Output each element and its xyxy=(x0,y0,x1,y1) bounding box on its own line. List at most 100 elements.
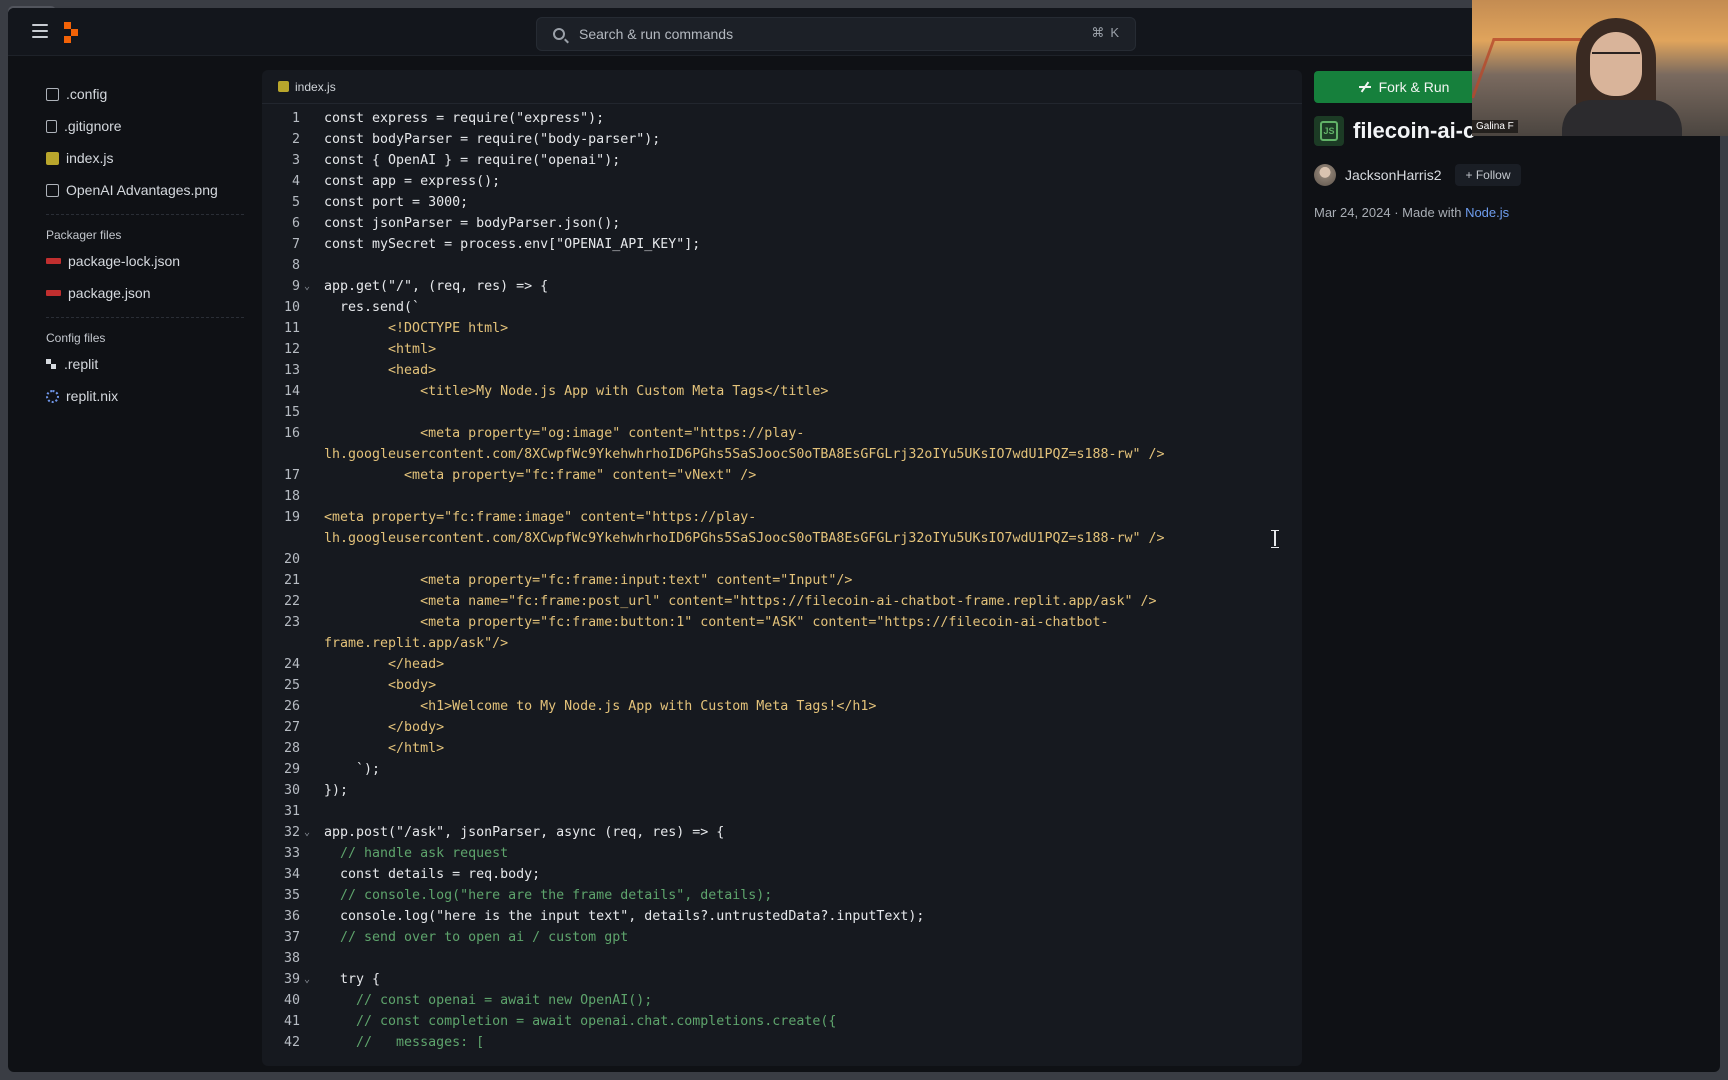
line-number: 25 xyxy=(283,678,300,693)
follow-button[interactable]: + Follow xyxy=(1455,164,1521,186)
fold-gutter xyxy=(300,927,314,948)
replit-logo-icon[interactable] xyxy=(64,22,84,43)
code-text: <html> xyxy=(324,342,437,357)
fold-gutter xyxy=(300,990,314,1011)
code-line[interactable]: frame.replit.app/ask"/> xyxy=(262,633,1302,654)
code-area[interactable]: 1 const express = require("express"); 2 con… xyxy=(262,108,1302,1066)
code-line[interactable]: 11 <!DOCTYPE html> xyxy=(262,318,1302,339)
fold-chevron-icon[interactable]: ⌄ xyxy=(300,822,314,843)
code-line[interactable]: 9 ⌄ app.get("/", (req, res) => { xyxy=(262,276,1302,297)
code-text: <meta name="fc:frame:post_url" content="… xyxy=(324,594,1157,609)
code-line[interactable]: 37 // send over to open ai / custom gpt xyxy=(262,927,1302,948)
search-input[interactable]: Search & run commands ⌘K xyxy=(536,17,1136,51)
fold-chevron-icon[interactable]: ⌄ xyxy=(300,276,314,297)
fold-gutter xyxy=(300,171,314,192)
code-line[interactable]: 31 xyxy=(262,801,1302,822)
fold-gutter xyxy=(300,801,314,822)
code-line[interactable]: 16 <meta property="og:image" content="ht… xyxy=(262,423,1302,444)
file-item-replit-nix[interactable]: replit.nix xyxy=(20,380,256,412)
code-line[interactable]: 25 <body> xyxy=(262,675,1302,696)
file-item-gitignore[interactable]: .gitignore xyxy=(20,110,256,142)
code-text: </head> xyxy=(324,657,445,672)
code-line[interactable]: 22 <meta name="fc:frame:post_url" conten… xyxy=(262,591,1302,612)
code-text: }); xyxy=(324,783,349,798)
file-item-package-json[interactable]: package.json xyxy=(20,277,256,309)
code-line[interactable]: 1 const express = require("express"); xyxy=(262,108,1302,129)
code-line[interactable]: 15 xyxy=(262,402,1302,423)
code-line[interactable]: 29 `); xyxy=(262,759,1302,780)
code-line[interactable]: 26 <h1>Welcome to My Node.js App with Cu… xyxy=(262,696,1302,717)
code-line[interactable]: 39 ⌄ try { xyxy=(262,969,1302,990)
code-line[interactable]: 20 xyxy=(262,549,1302,570)
code-editor[interactable]: index.js 1 const express = require("expre… xyxy=(262,70,1302,1066)
editor-tab-bar: index.js xyxy=(262,70,1302,104)
code-line[interactable]: 40 // const openai = await new OpenAI(); xyxy=(262,990,1302,1011)
fold-chevron-icon[interactable]: ⌄ xyxy=(300,969,314,990)
code-line[interactable]: 2 const bodyParser = require("body-parser… xyxy=(262,129,1302,150)
code-line[interactable]: 4 const app = express(); xyxy=(262,171,1302,192)
code-line[interactable]: 38 xyxy=(262,948,1302,969)
code-line[interactable]: 41 // const completion = await openai.ch… xyxy=(262,1011,1302,1032)
code-line[interactable]: 3 const { OpenAI } = require("openai"); xyxy=(262,150,1302,171)
code-line[interactable]: 23 <meta property="fc:frame:button:1" co… xyxy=(262,612,1302,633)
code-line[interactable]: 14 <title>My Node.js App with Custom Met… xyxy=(262,381,1302,402)
code-text: // handle ask request xyxy=(324,846,509,861)
code-text: <body> xyxy=(324,678,437,693)
code-text: const express = require("express"); xyxy=(324,111,605,126)
code-line[interactable]: 42 // messages: [ xyxy=(262,1032,1302,1053)
code-text: const bodyParser = require("body-parser"… xyxy=(324,132,661,147)
author-link[interactable]: JacksonHarris2 xyxy=(1345,167,1441,183)
code-line[interactable]: 5 const port = 3000; xyxy=(262,192,1302,213)
code-text: const { OpenAI } = require("openai"); xyxy=(324,153,621,168)
plus-icon: + xyxy=(1465,168,1476,182)
file-label: .replit xyxy=(64,356,99,372)
file-item-index-js[interactable]: index.js xyxy=(20,142,256,174)
code-text: const port = 3000; xyxy=(324,195,469,210)
code-text: </body> xyxy=(324,720,445,735)
line-number: 1 xyxy=(291,111,300,126)
code-line[interactable]: 17 <meta property="fc:frame" content="vN… xyxy=(262,465,1302,486)
line-number: 6 xyxy=(291,216,300,231)
code-line[interactable]: lh.googleusercontent.com/8XCwpfWc9Ykehwh… xyxy=(262,528,1302,549)
tab-index-js[interactable]: index.js xyxy=(272,74,342,100)
fold-gutter xyxy=(300,297,314,318)
file-label: OpenAI Advantages.png xyxy=(66,182,218,198)
code-line[interactable]: 36 console.log("here is the input text",… xyxy=(262,906,1302,927)
folder-icon xyxy=(46,87,59,101)
code-line[interactable]: 27 </body> xyxy=(262,717,1302,738)
file-icon xyxy=(46,119,57,133)
code-line[interactable]: 35 // console.log("here are the frame de… xyxy=(262,885,1302,906)
file-item-package-lock[interactable]: package-lock.json xyxy=(20,245,256,277)
code-line[interactable]: 18 xyxy=(262,486,1302,507)
code-line[interactable]: 33 // handle ask request xyxy=(262,843,1302,864)
nodejs-link[interactable]: Node.js xyxy=(1465,205,1509,220)
menu-icon[interactable] xyxy=(32,24,48,38)
fork-and-run-button[interactable]: Fork & Run xyxy=(1314,71,1494,103)
code-line[interactable]: 21 <meta property="fc:frame:input:text" … xyxy=(262,570,1302,591)
code-line[interactable]: 12 <html> xyxy=(262,339,1302,360)
presenter-name-tag: Galina F xyxy=(1472,120,1518,133)
code-line[interactable]: 10 res.send(` xyxy=(262,297,1302,318)
fork-label: Fork & Run xyxy=(1378,79,1450,95)
avatar[interactable] xyxy=(1314,164,1336,186)
fold-gutter xyxy=(300,549,314,570)
fold-gutter xyxy=(300,402,314,423)
code-line[interactable]: 8 xyxy=(262,255,1302,276)
code-line[interactable]: 34 const details = req.body; xyxy=(262,864,1302,885)
code-line[interactable]: 28 </html> xyxy=(262,738,1302,759)
code-line[interactable]: 6 const jsonParser = bodyParser.json(); xyxy=(262,213,1302,234)
code-line[interactable]: 13 <head> xyxy=(262,360,1302,381)
file-item-config[interactable]: .config xyxy=(20,78,256,110)
fold-gutter xyxy=(300,192,314,213)
line-number: 24 xyxy=(283,657,300,672)
code-line[interactable]: 24 </head> xyxy=(262,654,1302,675)
code-line[interactable]: 32 ⌄ app.post("/ask", jsonParser, async (r… xyxy=(262,822,1302,843)
code-line[interactable]: 19 <meta property="fc:frame:image" conten… xyxy=(262,507,1302,528)
code-line[interactable]: lh.googleusercontent.com/8XCwpfWc9Ykehwh… xyxy=(262,444,1302,465)
fold-gutter xyxy=(300,234,314,255)
file-item-replit[interactable]: .replit xyxy=(20,348,256,380)
code-line[interactable]: 30}); xyxy=(262,780,1302,801)
replit-workspace: Search & run commands ⌘K .config .gitign… xyxy=(8,8,1720,1072)
file-item-openai-png[interactable]: OpenAI Advantages.png xyxy=(20,174,256,206)
code-line[interactable]: 7 const mySecret = process.env["OPENAI_AP… xyxy=(262,234,1302,255)
